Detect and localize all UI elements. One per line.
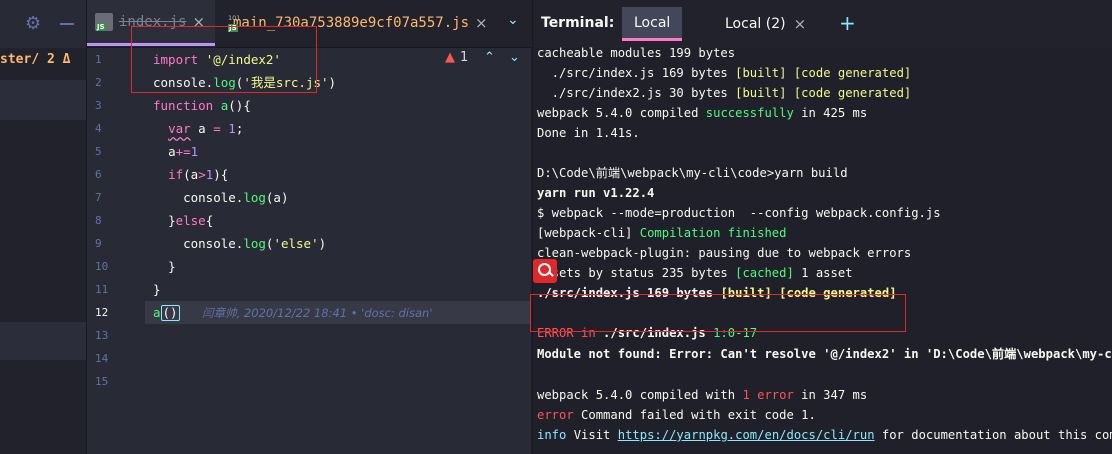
code-line[interactable] (145, 370, 531, 393)
search-icon[interactable] (533, 259, 557, 283)
terminal-title: Terminal: (541, 15, 615, 31)
tab-local[interactable]: Local (622, 7, 683, 41)
terminal-line: [webpack-cli] Compilation finished (537, 226, 787, 240)
code-line[interactable]: if(a>1){ (145, 163, 531, 186)
code-line[interactable]: console.log(a) (145, 186, 531, 209)
code-editor: index.js × main_730a753889e9cf07a557.js … (86, 0, 532, 454)
terminal-line: ./src/index.js 169 bytes [built] [code g… (537, 66, 912, 80)
git-branch-label[interactable]: ster/ 2 Δ (0, 52, 70, 67)
close-icon[interactable]: × (475, 14, 488, 32)
terminal-line: assets by status 235 bytes [cached] 1 as… (537, 266, 853, 280)
terminal-line: yarn run v1.22.4 (537, 186, 655, 200)
warning-count: 1 (460, 50, 469, 65)
code-line[interactable]: a+=1 (145, 140, 531, 163)
code-line[interactable]: } (145, 255, 531, 278)
line-number-gutter: 1 2 3 4 5 6 7 8 9 10 11 12 13 14 15 (87, 48, 145, 393)
close-icon[interactable]: × (794, 15, 807, 33)
yarn-docs-link[interactable]: https://yarnpkg.com/en/docs/cli/run (618, 428, 875, 442)
terminal-line: $ webpack --mode=production --config web… (537, 206, 941, 220)
gear-icon[interactable]: ⚙ (25, 14, 41, 34)
line-number: 4 (95, 122, 102, 135)
line-number: 8 (95, 214, 102, 227)
chevron-down-icon[interactable]: ⌄ (509, 50, 520, 65)
code-line[interactable]: function a(){ (145, 94, 531, 117)
warning-delta-icon: Δ (62, 52, 71, 67)
line-number: 13 (95, 329, 109, 342)
chevron-up-icon[interactable]: ⌃ (484, 50, 495, 65)
code-area[interactable]: import '@/index2' console.log('我是src.js'… (145, 48, 531, 393)
terminal-line: webpack 5.4.0 compiled with 1 error in 3… (537, 388, 868, 402)
annotation-highlight-box (131, 26, 317, 93)
code-line[interactable] (145, 347, 531, 370)
terminal-tab-bar: Terminal: Local Local (2) × + (533, 0, 1112, 48)
project-tree-row[interactable] (0, 322, 86, 360)
terminal-line: D:\Code\前端\webpack\my-cli\code>yarn buil… (537, 166, 848, 180)
line-number: 11 (95, 283, 109, 296)
terminal-line: webpack 5.4.0 compiled successfully in 4… (537, 106, 868, 120)
project-panel: ⚙ ster/ 2 Δ (0, 0, 86, 454)
text-cursor: () (160, 305, 180, 321)
terminal-line: clean-webpack-plugin: pausing due to web… (537, 246, 912, 260)
annotation-highlight-box (530, 294, 906, 332)
code-line-current[interactable]: a() 闫章帅, 2020/12/22 18:41 • 'dosc: disan… (145, 301, 531, 324)
line-number: 3 (95, 99, 102, 112)
terminal-line: Done in 1.41s. (537, 126, 640, 140)
line-number-current: 12 (95, 306, 109, 319)
inspection-widget[interactable]: ▲ 1 (445, 50, 468, 65)
code-line[interactable]: } (145, 278, 531, 301)
terminal-line: info Visit https://yarnpkg.com/en/docs/c… (537, 428, 1112, 442)
terminal-line: error Command failed with exit code 1. (537, 408, 816, 422)
project-toolbar: ⚙ (0, 0, 86, 48)
terminal-line: ./src/index2.js 30 bytes [built] [code g… (537, 86, 912, 100)
terminal-panel: Terminal: Local Local (2) × + cacheable … (530, 0, 1112, 454)
code-line[interactable]: }else{ (145, 209, 531, 232)
terminal-line-error: Module not found: Error: Can't resolve '… (537, 347, 1112, 361)
line-number: 6 (95, 168, 102, 181)
line-number: 9 (95, 237, 102, 250)
warning-triangle-icon: ▲ (445, 50, 455, 65)
chevron-down-icon[interactable]: ⌄ (507, 12, 519, 28)
line-number: 5 (95, 145, 102, 158)
git-blame-annotation: 闫章帅, 2020/12/22 18:41 • 'dosc: disan' (202, 306, 433, 320)
terminal-line: cacheable modules 199 bytes (537, 46, 736, 60)
line-number: 7 (95, 191, 102, 204)
project-tree-row[interactable] (0, 80, 86, 120)
code-line[interactable]: console.log('else') (145, 232, 531, 255)
js-file-icon (95, 12, 113, 31)
line-number: 15 (95, 375, 109, 388)
terminal-output[interactable]: cacheable modules 199 bytes ./src/index.… (537, 43, 1112, 445)
plus-icon[interactable]: + (839, 11, 856, 35)
code-line[interactable] (145, 324, 531, 347)
minus-icon[interactable] (60, 23, 74, 25)
tab-local-2[interactable]: Local (2) × (713, 7, 818, 41)
code-line[interactable]: var a = 1; (145, 117, 531, 140)
line-number: 10 (95, 260, 109, 273)
line-number: 14 (95, 352, 109, 365)
